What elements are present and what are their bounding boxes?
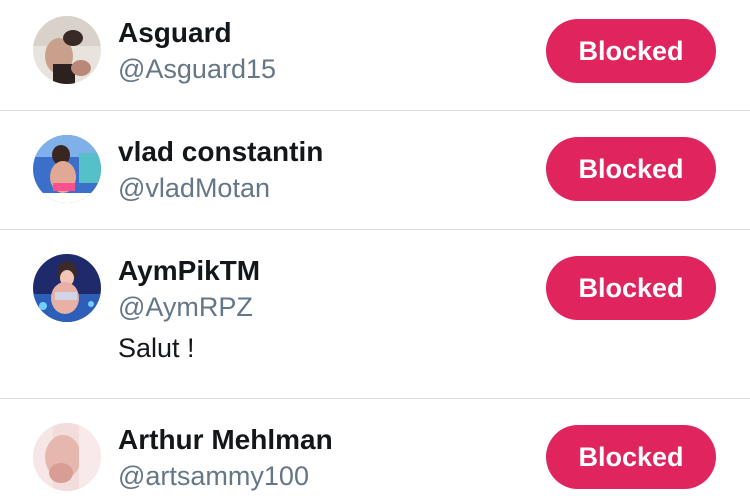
- blocked-button[interactable]: Blocked: [546, 425, 716, 489]
- list-item[interactable]: vlad constantin @vladMotan Blocked: [0, 111, 750, 229]
- avatar[interactable]: [33, 254, 101, 322]
- list-item[interactable]: AymPikTM @AymRPZ Salut ! Blocked: [0, 230, 750, 398]
- list-item[interactable]: Arthur Mehlman @artsammy100 Blocked: [0, 399, 750, 500]
- account-name: Asguard: [118, 17, 232, 48]
- avatar[interactable]: [33, 135, 101, 203]
- blocked-accounts-list: Asguard @Asguard15 Blocked vlad constant…: [0, 0, 750, 500]
- account-handle: @Asguard15: [118, 54, 277, 84]
- account-name: vlad constantin: [118, 136, 324, 167]
- account-name: Arthur Mehlman: [118, 424, 333, 455]
- account-handle: @vladMotan: [118, 173, 270, 203]
- avatar[interactable]: [33, 16, 101, 84]
- account-name: AymPikTM: [118, 255, 261, 286]
- list-item[interactable]: Asguard @Asguard15 Blocked: [0, 0, 750, 110]
- account-handle: @artsammy100: [118, 461, 309, 491]
- blocked-button[interactable]: Blocked: [546, 19, 716, 83]
- account-handle: @AymRPZ: [118, 292, 253, 322]
- avatar[interactable]: [33, 423, 101, 491]
- blocked-button[interactable]: Blocked: [546, 256, 716, 320]
- account-bio: Salut !: [118, 333, 195, 363]
- blocked-button[interactable]: Blocked: [546, 137, 716, 201]
